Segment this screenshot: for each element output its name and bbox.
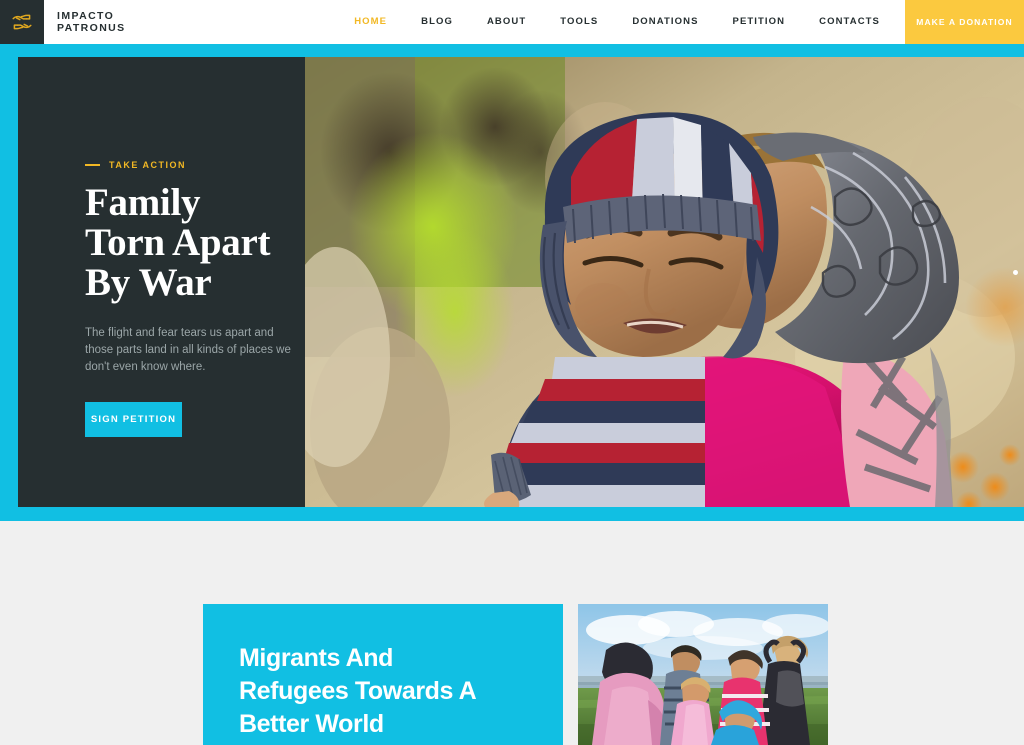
logo-wordmark[interactable]: IMPACTO PATRONUS [57, 0, 126, 44]
logo-mark[interactable] [0, 0, 44, 44]
site-header: IMPACTO PATRONUS HOME BLOG ABOUT TOOLS D… [0, 0, 1024, 44]
hero-eyebrow-label: TAKE ACTION [109, 160, 186, 170]
hero-description: The flight and fear tears us apart and t… [85, 327, 291, 373]
carousel-dot[interactable] [1013, 270, 1018, 275]
hero-title-line-1: Family [85, 181, 201, 224]
highlight-title-line-2: Refugees Towards A [239, 677, 477, 705]
hero-image [305, 57, 1024, 507]
main-navigation: HOME BLOG ABOUT TOOLS DONATIONS PETITION… [337, 0, 905, 44]
hero-title-line-3: By War [85, 261, 212, 304]
nav-item-home[interactable]: HOME [337, 0, 404, 44]
dash-icon [85, 164, 100, 166]
hero-title: Family Torn Apart By War [85, 183, 300, 303]
nav-item-blog[interactable]: BLOG [404, 0, 470, 44]
nav-item-contacts[interactable]: CONTACTS [802, 0, 897, 44]
nav-item-petition[interactable]: PETITION [716, 0, 803, 44]
nav-item-about[interactable]: ABOUT [470, 0, 543, 44]
highlight-card: Migrants And Refugees Towards A Better W… [203, 604, 563, 745]
highlight-title-line-3: Better World [239, 710, 384, 738]
refugee-children-graphic [578, 604, 828, 745]
hero-title-line-2: Torn Apart [85, 221, 271, 264]
highlight-title-line-1: Migrants And [239, 644, 393, 672]
logo-line-2: PATRONUS [57, 22, 126, 34]
hero-eyebrow: TAKE ACTION [85, 160, 300, 170]
make-a-donation-button[interactable]: MAKE A DONATION [905, 0, 1024, 44]
nav-item-donations[interactable]: DONATIONS [615, 0, 715, 44]
logo-line-1: IMPACTO [57, 9, 115, 22]
hands-giving-icon [10, 10, 34, 34]
highlight-card-title: Migrants And Refugees Towards A Better W… [239, 642, 539, 741]
refugee-children-image [578, 604, 828, 745]
lower-section: Migrants And Refugees Towards A Better W… [0, 521, 1024, 745]
hero-text-panel: TAKE ACTION Family Torn Apart By War The… [18, 57, 305, 507]
sign-petition-button[interactable]: SIGN PETITION [85, 402, 182, 437]
hero-photo-graphic [305, 57, 1024, 507]
nav-item-tools[interactable]: TOOLS [543, 0, 615, 44]
